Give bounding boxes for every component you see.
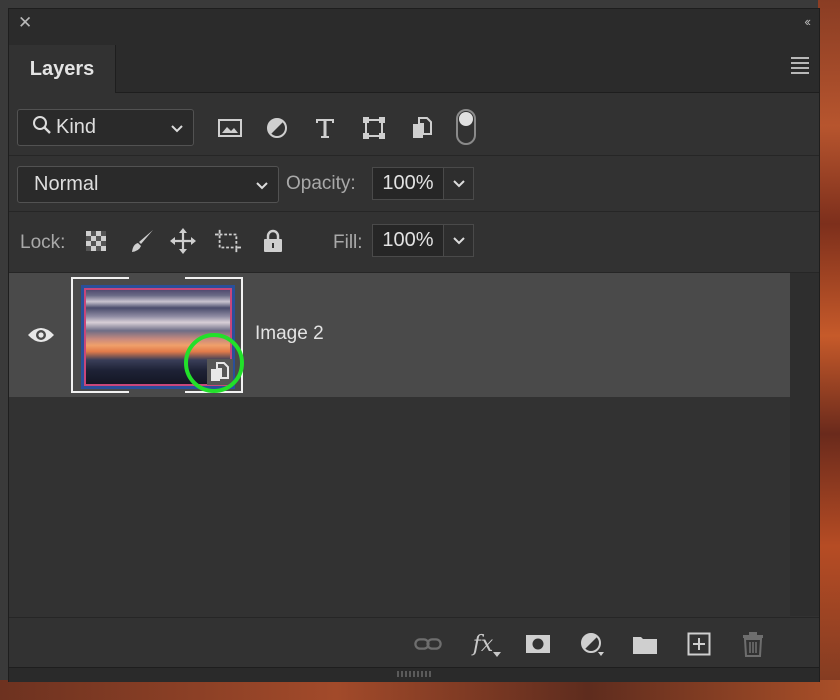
collapse-icon[interactable]: ‹‹ [804,14,811,29]
fx-icon[interactable]: fx [469,632,501,657]
lock-label: Lock: [20,232,66,253]
group-folder-icon[interactable] [631,632,659,656]
blend-mode-value: Normal [34,173,99,195]
chevron-down-icon [169,117,185,145]
background-photo-strip [818,0,840,700]
layers-scrollbar[interactable] [790,273,819,616]
filter-row: Kind [9,93,819,156]
adjustment-layer-icon[interactable] [578,632,606,656]
fill-field[interactable]: 100% [372,224,444,257]
opacity-field[interactable]: 100% [372,167,444,200]
lock-row: Lock: Fill: 100% [9,212,819,273]
link-icon[interactable] [414,632,442,656]
lock-pixels-icon[interactable] [129,228,155,254]
panel-resize-bar[interactable] [9,667,819,682]
mask-icon[interactable] [524,632,552,656]
chevron-down-icon [452,179,465,187]
highlight-circle [184,333,244,393]
background-photo-bottom [0,680,840,700]
layer-name[interactable]: Image 2 [255,323,324,345]
lock-all-icon[interactable] [260,228,286,254]
blend-mode-dropdown[interactable]: Normal [17,166,279,203]
panel-menu-icon[interactable] [791,57,809,77]
panel-footer: fx [9,617,819,668]
lock-artboard-icon[interactable] [215,228,241,254]
kind-filter-dropdown[interactable]: Kind [17,109,194,146]
blend-row: Normal Opacity: 100% [9,156,819,212]
resize-grip-icon[interactable] [397,671,431,677]
tab-layers[interactable]: Layers [9,45,116,93]
chevron-down-icon [254,174,270,202]
eye-visibility-icon[interactable] [27,325,55,350]
shape-filter-icon[interactable] [361,115,387,141]
kind-filter-label: Kind [56,116,97,138]
panel-titlebar: ✕ ‹‹ [9,9,819,37]
chevron-down-icon [452,236,465,244]
tab-row: Layers [9,37,819,93]
image-filter-icon[interactable] [217,115,243,141]
lock-transparency-icon[interactable] [83,228,109,254]
trash-icon[interactable] [739,632,767,657]
smart-object-filter-icon[interactable] [409,115,435,141]
layers-panel: ✕ ‹‹ Layers Kind Normal Opacity: 100% Lo… [8,8,820,682]
type-filter-icon[interactable] [312,115,338,141]
filter-toggle-switch[interactable] [456,109,476,145]
fill-dropdown-button[interactable] [444,224,474,257]
lock-position-icon[interactable] [170,228,196,254]
close-icon[interactable]: ✕ [18,13,32,33]
layer-row-image-2[interactable]: Image 2 [9,273,790,397]
new-layer-icon[interactable] [685,632,713,656]
opacity-label: Opacity: [286,173,356,194]
fill-label: Fill: [333,232,363,253]
adjustment-filter-icon[interactable] [264,115,290,141]
opacity-dropdown-button[interactable] [444,167,474,200]
search-icon [32,115,52,141]
